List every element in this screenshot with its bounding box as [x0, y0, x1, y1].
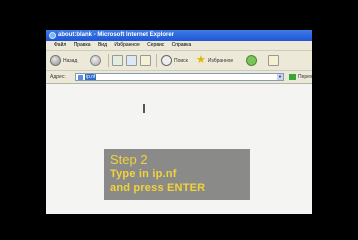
menu-help[interactable]: Справка [172, 42, 192, 48]
chevron-down-icon[interactable]: ▼ [277, 74, 283, 80]
window-title: about:blank - Microsoft Internet Explore… [58, 32, 175, 38]
page-icon [78, 75, 83, 80]
forward-button[interactable] [90, 54, 101, 67]
toolbar-separator [108, 54, 109, 67]
tutorial-caption: Step 2 Type in ip.nf and press ENTER [104, 149, 250, 200]
title-bar: about:blank - Microsoft Internet Explore… [46, 30, 312, 41]
menu-bar: Файл Правка Вид Избранное Сервис Справка [46, 41, 312, 51]
caption-step: Step 2 [110, 152, 148, 167]
media-button[interactable] [246, 54, 257, 67]
search-button[interactable]: Поиск [161, 54, 188, 67]
toolbar: Назад Поиск ★ Избранное [46, 51, 312, 71]
caption-line-1: Type in ip.nf [110, 168, 177, 180]
refresh-icon [126, 55, 137, 66]
menu-view[interactable]: Вид [98, 42, 107, 48]
home-icon [140, 55, 151, 66]
mail-button[interactable] [268, 54, 279, 67]
menu-file[interactable]: Файл [54, 42, 66, 48]
star-icon: ★ [196, 54, 206, 66]
forward-arrow-icon [90, 55, 101, 66]
menu-edit[interactable]: Правка [74, 42, 91, 48]
menu-favorites[interactable]: Избранное [114, 42, 139, 48]
favorites-label: Избранное [207, 57, 234, 64]
text-cursor-icon [143, 104, 145, 113]
back-label: Назад [63, 57, 78, 64]
address-label: Адрес: [50, 74, 66, 80]
menu-tools[interactable]: Сервис [147, 42, 164, 48]
address-bar: Адрес: ip.nf ▼ Переход [46, 71, 312, 84]
caption-line-2: and press ENTER [110, 182, 206, 194]
toolbar-separator [156, 54, 157, 67]
back-arrow-icon [50, 55, 61, 66]
search-icon [161, 55, 172, 66]
go-button[interactable]: Переход [298, 71, 312, 83]
media-icon [246, 55, 257, 66]
favorites-button[interactable]: ★ Избранное [196, 54, 233, 67]
search-label: Поиск [174, 57, 188, 64]
home-button[interactable] [140, 54, 151, 67]
ie-icon [49, 32, 56, 39]
back-button[interactable]: Назад [50, 54, 77, 67]
address-value: ip.nf [85, 74, 97, 80]
refresh-button[interactable] [126, 54, 137, 67]
mail-icon [268, 55, 279, 66]
address-input[interactable]: ip.nf ▼ [75, 73, 284, 81]
go-arrow-icon[interactable] [289, 74, 296, 80]
stop-icon [112, 55, 123, 66]
stop-button[interactable] [112, 54, 123, 67]
